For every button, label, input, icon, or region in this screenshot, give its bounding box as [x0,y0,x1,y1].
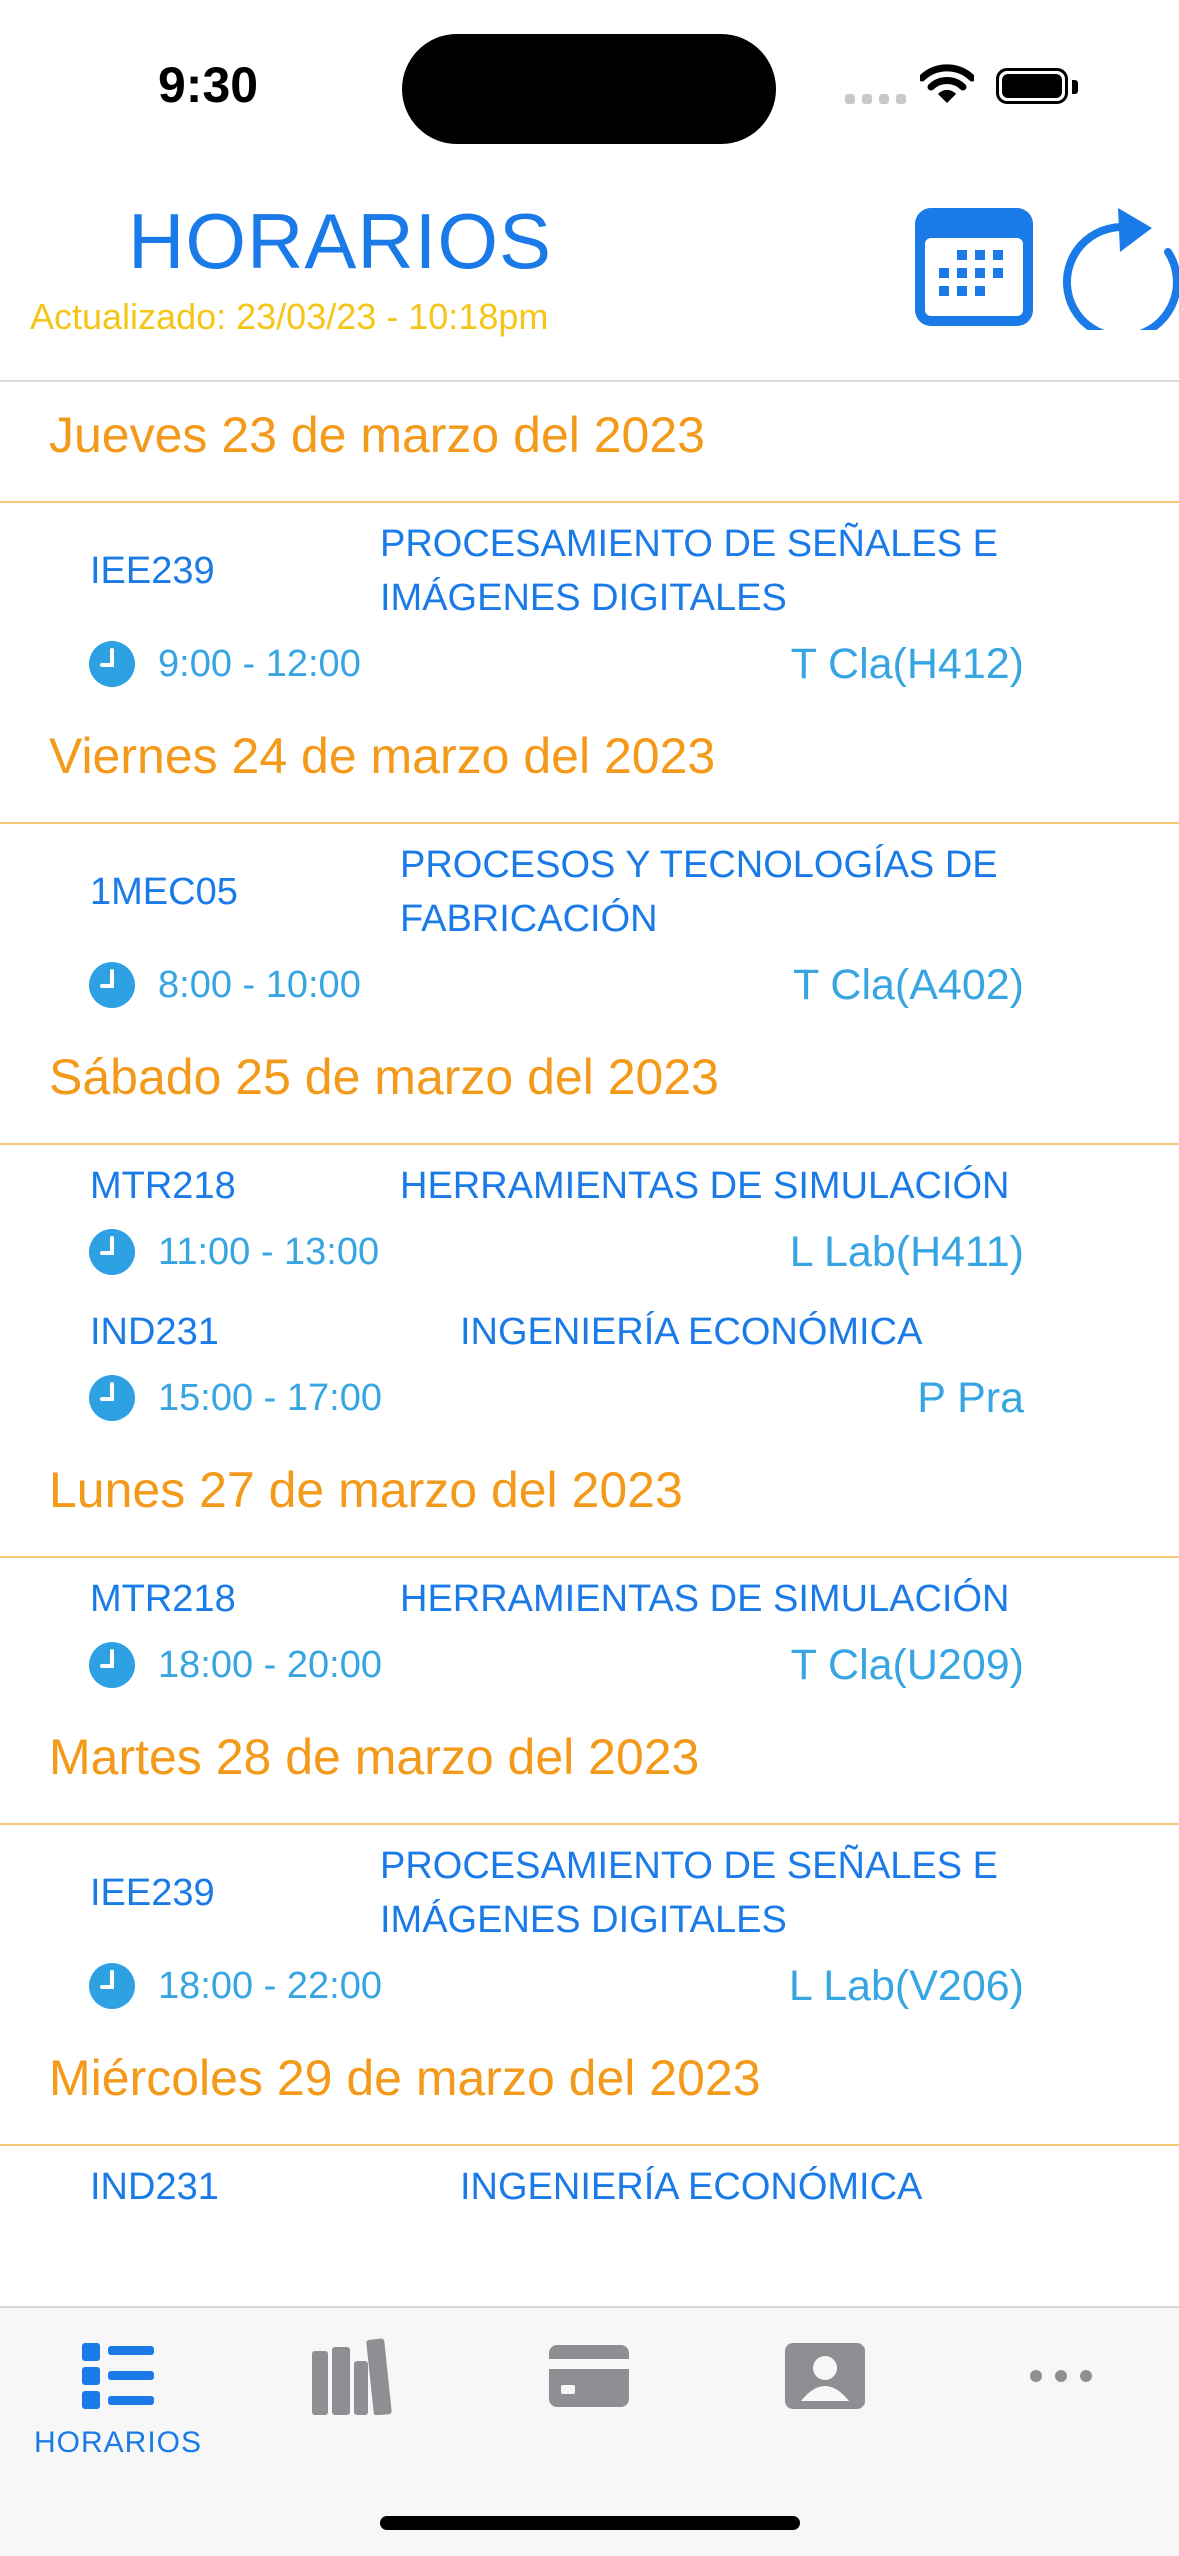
dynamic-island [402,34,776,144]
course-item[interactable]: IND231 INGENIERÍA ECONÓMICA [0,2146,1179,2214]
course-name: PROCESAMIENTO DE SEÑALES E IMÁGENES DIGI… [380,1845,999,1941]
list-icon [82,2343,154,2409]
course-item[interactable]: MTR218 HERRAMIENTAS DE SIMULACIÓN 18:00 - … [0,1558,1179,1704]
course-time-row: 8:00 - 10:00 T Cla(A402) [0,946,1179,1024]
course-code: MTR218 [90,1164,236,1207]
day-header: Viernes 24 de marzo del 2023 [0,703,1179,824]
course-code: IND231 [90,1310,219,1353]
tab-library[interactable] [236,2308,472,2478]
clock-icon [89,1642,135,1688]
clock-icon [89,1229,135,1275]
course-code: 1MEC05 [90,870,238,913]
calendar-button[interactable] [913,206,1035,328]
course-time: 18:00 - 22:00 [158,1964,382,2007]
course-time: 9:00 - 12:00 [158,642,361,685]
refresh-button[interactable] [1056,204,1179,342]
battery-icon [996,68,1068,104]
tab-horarios[interactable]: HORARIOS [0,2308,236,2478]
course-item[interactable]: IEE239 PROCESAMIENTO DE SEÑALES E IMÁGENE… [0,1825,1179,2025]
course-time: 11:00 - 13:00 [158,1230,380,1273]
day-header: Lunes 27 de marzo del 2023 [0,1437,1179,1558]
course-room: T Cla(U209) [790,1640,1024,1689]
course-time: 18:00 - 20:00 [158,1643,382,1686]
course-header: IEE239 PROCESAMIENTO DE SEÑALES E IMÁGENE… [0,503,1179,625]
day-header: Jueves 23 de marzo del 2023 [0,382,1179,503]
battery-tip [1072,80,1078,94]
day-header: Sábado 25 de marzo del 2023 [0,1024,1179,1145]
course-room: T Cla(H412) [790,639,1024,688]
course-code: IEE239 [90,1871,215,1914]
contact-icon [785,2343,865,2409]
course-header: IEE239 PROCESAMIENTO DE SEÑALES E IMÁGENE… [0,1825,1179,1947]
course-item[interactable]: 1MEC05 PROCESOS Y TECNOLOGÍAS DE FABRICAC… [0,824,1179,1024]
signal-icon [845,94,907,106]
course-name: PROCESOS Y TECNOLOGÍAS DE FABRICACIÓN [400,844,998,940]
course-time: 8:00 - 10:00 [158,963,361,1006]
clock-icon [89,1963,135,2009]
course-name: HERRAMIENTAS DE SIMULACIÓN [400,1165,1010,1207]
course-room: T Cla(A402) [792,960,1024,1009]
tab-profile[interactable] [707,2308,943,2478]
course-time-row: 15:00 - 17:00 P Pra [0,1359,1179,1437]
tab-label-horarios: HORARIOS [33,2426,203,2459]
course-header: IND231 INGENIERÍA ECONÓMICA [0,1291,1179,1359]
status-time: 9:30 [158,57,259,113]
course-time-row: 18:00 - 22:00 L Lab(V206) [0,1947,1179,2025]
course-header: MTR218 HERRAMIENTAS DE SIMULACIÓN [0,1558,1179,1626]
last-updated-text: Actualizado: 23/03/23 - 10:18pm [30,296,549,337]
course-time: 15:00 - 17:00 [158,1376,382,1419]
page-title: HORARIOS [128,197,553,285]
home-indicator [380,2516,800,2530]
more-icon [1030,2370,1092,2382]
course-room: P Pra [917,1373,1024,1422]
course-code: MTR218 [90,1577,236,1620]
course-name: HERRAMIENTAS DE SIMULACIÓN [400,1578,1010,1620]
course-time-row: 18:00 - 20:00 T Cla(U209) [0,1626,1179,1704]
clock-icon [89,641,135,687]
clock-icon [89,1375,135,1421]
day-header: Miércoles 29 de marzo del 2023 [0,2025,1179,2146]
tab-more[interactable] [943,2308,1179,2478]
course-item[interactable]: IND231 INGENIERÍA ECONÓMICA 15:00 - 17:00 P… [0,1291,1179,1437]
clock-icon [89,962,135,1008]
course-name: PROCESAMIENTO DE SEÑALES E IMÁGENES DIGI… [380,523,999,619]
wifi-icon [920,64,974,103]
calendar-icon [915,208,1033,326]
card-icon [549,2345,629,2407]
course-time-row: 11:00 - 13:00 L Lab(H411) [0,1213,1179,1291]
course-header: IND231 INGENIERÍA ECONÓMICA [0,2146,1179,2214]
refresh-icon [1062,208,1179,342]
course-name: INGENIERÍA ECONÓMICA [460,1311,923,1353]
books-icon [312,2338,392,2415]
course-code: IEE239 [90,549,215,592]
course-item[interactable]: MTR218 HERRAMIENTAS DE SIMULACIÓN 11:00 - … [0,1145,1179,1291]
course-item[interactable]: IEE239 PROCESAMIENTO DE SEÑALES E IMÁGENE… [0,503,1179,703]
tab-card[interactable] [471,2308,707,2478]
course-header: 1MEC05 PROCESOS Y TECNOLOGÍAS DE FABRICAC… [0,824,1179,946]
course-room: L Lab(V206) [788,1961,1024,2010]
course-code: IND231 [90,2165,219,2208]
day-header: Martes 28 de marzo del 2023 [0,1704,1179,1825]
course-name: INGENIERÍA ECONÓMICA [460,2166,923,2208]
schedule-list[interactable]: Jueves 23 de marzo del 2023 IEE239 PROCESA… [0,382,1179,2306]
course-time-row: 9:00 - 12:00 T Cla(H412) [0,625,1179,703]
course-header: MTR218 HERRAMIENTAS DE SIMULACIÓN [0,1145,1179,1213]
course-room: L Lab(H411) [789,1227,1024,1276]
